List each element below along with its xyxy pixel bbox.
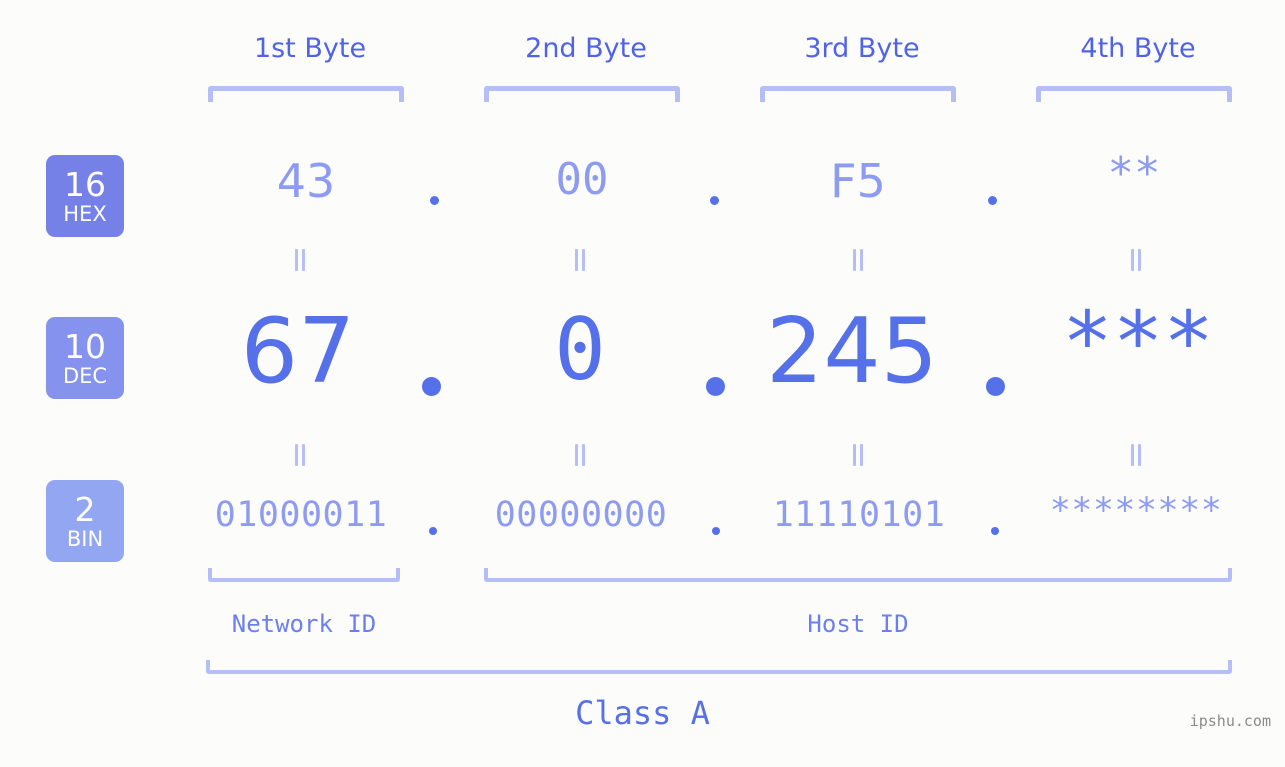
watermark: ipshu.com — [1189, 712, 1271, 730]
bin-byte-1: 01000011 — [214, 495, 388, 535]
network-id-bracket — [208, 568, 400, 582]
byte-header-label-1: 1st Byte — [253, 33, 367, 64]
equals-connector-icon-1-1 — [293, 249, 307, 271]
base-badge-bin-name: BIN — [66, 526, 104, 551]
bin-byte-2: 00000000 — [494, 495, 668, 535]
hex-byte-2: 00 — [555, 154, 609, 205]
network-id-label: Network ID — [231, 610, 377, 638]
host-id-label: Host ID — [807, 610, 909, 638]
hex-separator-dot-1 — [430, 196, 439, 205]
bin-separator-dot-3 — [991, 527, 999, 535]
class-bracket — [206, 660, 1232, 674]
host-id-bracket — [484, 568, 1232, 582]
base-badge-dec-name: DEC — [62, 363, 108, 388]
hex-byte-1: 43 — [276, 154, 336, 208]
class-label: Class A — [575, 694, 710, 732]
bin-byte-3: 11110101 — [772, 495, 946, 535]
dec-separator-dot-2 — [706, 377, 725, 396]
bin-byte-4: ******** — [1049, 491, 1223, 531]
base-badge-dec-number: 10 — [64, 326, 106, 366]
equals-connector-icon-1-3 — [851, 249, 865, 271]
base-badge-hex-name: HEX — [63, 201, 107, 226]
byte-bracket-top-1 — [208, 86, 404, 102]
equals-connector-icon-2-2 — [573, 444, 587, 466]
ip-address-breakdown-diagram: 1st Byte 2nd Byte 3rd Byte 4th Byte 16 H… — [0, 0, 1285, 767]
equals-connector-icon-1-4 — [1129, 249, 1143, 271]
hex-byte-4: ** — [1107, 148, 1161, 199]
byte-bracket-top-4 — [1036, 86, 1232, 102]
hex-separator-dot-2 — [710, 196, 719, 205]
byte-bracket-top-3 — [760, 86, 956, 102]
equals-connector-icon-2-1 — [293, 444, 307, 466]
dec-byte-1: 67 — [240, 299, 356, 404]
equals-connector-icon-1-2 — [573, 249, 587, 271]
base-badge-dec[interactable]: 10 DEC — [46, 317, 124, 399]
base-badge-bin-number: 2 — [74, 489, 96, 529]
dec-byte-3: 245 — [766, 299, 938, 404]
dec-separator-dot-1 — [422, 377, 441, 396]
hex-byte-3: F5 — [830, 154, 886, 208]
byte-header-label-2: 2nd Byte — [525, 33, 647, 64]
base-badge-bin[interactable]: 2 BIN — [46, 480, 124, 562]
equals-connector-icon-2-4 — [1129, 444, 1143, 466]
byte-bracket-top-2 — [484, 86, 680, 102]
byte-header-label-3: 3rd Byte — [804, 33, 920, 64]
bin-separator-dot-2 — [712, 527, 720, 535]
dec-byte-4: *** — [1062, 293, 1214, 391]
base-badge-hex[interactable]: 16 HEX — [46, 155, 124, 237]
base-badge-hex-number: 16 — [64, 164, 106, 204]
byte-header-label-4: 4th Byte — [1080, 33, 1196, 64]
dec-byte-2: 0 — [554, 300, 606, 400]
equals-connector-icon-2-3 — [851, 444, 865, 466]
dec-separator-dot-3 — [986, 377, 1005, 396]
hex-separator-dot-3 — [988, 196, 997, 205]
bin-separator-dot-1 — [429, 527, 437, 535]
